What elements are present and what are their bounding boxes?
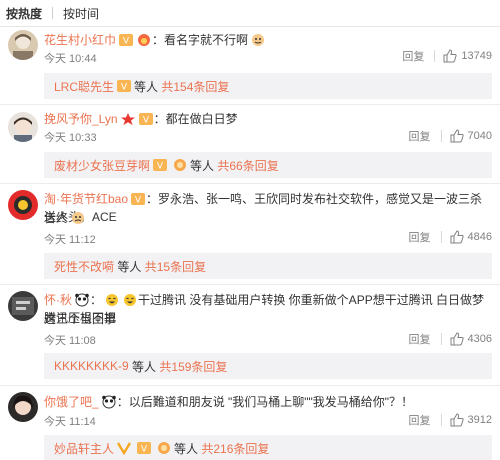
medal-badge-icon — [156, 441, 172, 455]
reply-button[interactable]: 回复 — [409, 331, 441, 347]
like-count: 7040 — [467, 130, 492, 142]
laughing-emoji-icon — [122, 293, 138, 307]
like-count: 4306 — [467, 333, 492, 345]
svg-text:V: V — [121, 83, 128, 93]
sub-reply-count[interactable]: 共154条回复 — [161, 78, 229, 95]
avatar-image-icon — [8, 190, 38, 220]
v-badge-icon — [116, 441, 132, 455]
vip-badge-icon: V — [116, 79, 132, 93]
action-separator — [440, 333, 442, 345]
username[interactable]: 挽风予你_Lyn — [44, 112, 118, 126]
sub-reply-count[interactable]: 共15条回复 — [145, 258, 206, 275]
avatar[interactable] — [8, 392, 38, 422]
sort-by-time-tab[interactable]: 按时间 — [63, 5, 99, 22]
like-count: 3912 — [467, 414, 492, 426]
comment-text-continued: 吿终 — [44, 211, 69, 225]
panda-emoji-icon — [74, 293, 90, 307]
username[interactable]: 淘·年货节红bao — [44, 192, 128, 206]
sub-reply-summary[interactable]: 妙品轩主人 V 等人 共216条回复 — [44, 435, 492, 460]
sort-separator — [52, 7, 54, 19]
comment-text-continued: 这三个当回事 — [44, 312, 117, 326]
svg-text:V: V — [142, 116, 149, 126]
vip-badge-icon: V — [152, 158, 168, 172]
comment-text: ：以后難道和朋友说 "我们马桶上聊""我发马桶给你"？！ — [116, 395, 414, 409]
thumbs-up-icon[interactable] — [450, 129, 464, 143]
sort-by-hot-tab[interactable]: 按热度 — [6, 5, 42, 22]
svg-text:V: V — [157, 162, 164, 172]
reply-button[interactable]: 回复 — [409, 229, 441, 245]
action-separator — [440, 231, 442, 243]
comment-text: ：看名字就不行啊 — [152, 33, 249, 47]
sub-reply-user[interactable]: LRC聪先生 — [54, 78, 114, 95]
avatar[interactable] — [8, 112, 38, 142]
avatar-image-icon — [8, 30, 38, 60]
action-separator — [434, 50, 436, 62]
avatar-image-icon — [8, 291, 38, 321]
fire-badge-icon — [136, 33, 152, 47]
thumbs-up-icon[interactable] — [450, 413, 464, 427]
sub-reply-summary[interactable]: 废材少女张豆芽啊 V 等人 共66条回复 — [44, 152, 492, 178]
reply-button[interactable]: 回复 — [409, 128, 441, 144]
thumbs-up-icon[interactable] — [443, 49, 458, 63]
medal-badge-icon — [172, 158, 188, 172]
comment-text: ： — [90, 293, 103, 307]
sort-bar: 按热度 按时间 — [0, 0, 500, 26]
like-count: 13749 — [461, 50, 492, 62]
comment-text: ：都在做白日梦 — [153, 112, 238, 126]
sub-reply-count[interactable]: 共66条回复 — [217, 157, 278, 174]
sub-reply-count[interactable]: 共159条回复 — [159, 358, 227, 375]
sort-divider — [0, 26, 500, 27]
vip-badge-icon: V — [118, 33, 134, 47]
like-count: 4846 — [467, 231, 492, 243]
comment-divider — [0, 104, 500, 105]
panda-emoji-icon — [101, 395, 117, 409]
emoji-face-icon — [250, 33, 266, 47]
comment-time: 今天 11:08 — [44, 335, 96, 347]
comment-divider — [0, 385, 500, 386]
vip-badge-icon: V — [136, 441, 152, 455]
laughing-emoji-icon — [104, 293, 120, 307]
avatar-image-icon — [8, 392, 38, 422]
comment-time: 今天 10:44 — [44, 53, 97, 65]
sub-reply-mid: 等人 — [117, 259, 142, 274]
action-separator — [440, 130, 442, 142]
reply-button[interactable]: 回复 — [409, 412, 441, 428]
sub-reply-mid: 等人 — [190, 158, 215, 173]
comment-time: 今天 11:14 — [44, 416, 96, 428]
thumbs-up-icon[interactable] — [450, 230, 464, 244]
sub-reply-user[interactable]: 死性不改嗬 — [54, 258, 114, 275]
sub-reply-summary[interactable]: LRC聪先生 V 等人 共154条回复 — [44, 73, 492, 99]
thumbs-up-icon[interactable] — [450, 332, 464, 346]
sub-reply-summary[interactable]: KKKKKKKK-9 等人 共159条回复 — [44, 353, 492, 379]
sub-reply-mid: 等人 — [132, 359, 157, 374]
comment-divider — [0, 183, 500, 184]
avatar[interactable] — [8, 30, 38, 60]
sub-reply-mid: 等人 — [134, 79, 159, 94]
username[interactable]: 花生村小红巾 — [44, 33, 116, 47]
sub-reply-mid: 等人 — [174, 441, 199, 456]
comment-divider — [0, 284, 500, 285]
avatar[interactable] — [8, 291, 38, 321]
reply-button[interactable]: 回复 — [402, 48, 434, 64]
username[interactable]: 怀·秋 — [44, 293, 72, 307]
vip-badge-icon: V — [138, 112, 154, 126]
comment-time: 今天 10:33 — [44, 132, 97, 144]
svg-text:V: V — [141, 445, 148, 455]
comment-time: 今天 11:12 — [44, 234, 96, 246]
action-separator — [440, 414, 442, 426]
avatar[interactable] — [8, 190, 38, 220]
avatar-image-icon — [8, 112, 38, 142]
vip-badge-icon: V — [130, 192, 146, 206]
emoji-face-icon — [70, 211, 86, 225]
sub-reply-user[interactable]: KKKKKKKK-9 — [54, 359, 129, 373]
username[interactable]: 你饿了吧_ — [44, 395, 99, 409]
svg-text:V: V — [123, 37, 130, 47]
sub-reply-count[interactable]: 共216条回复 — [201, 440, 269, 457]
sub-reply-user[interactable]: 妙品轩主人 — [54, 440, 114, 457]
sub-reply-summary[interactable]: 死性不改嗬 等人 共15条回复 — [44, 253, 492, 279]
sub-reply-user[interactable]: 废材少女张豆芽啊 — [54, 157, 150, 174]
svg-text:V: V — [135, 196, 142, 206]
star-badge-icon — [120, 112, 136, 126]
